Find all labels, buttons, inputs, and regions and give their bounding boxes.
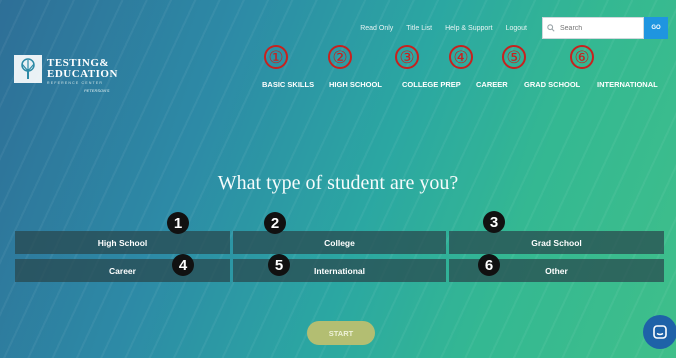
annotation-circle-5: ⑤ — [502, 45, 526, 69]
logo-line-petersons: PETERSON'S — [84, 88, 110, 93]
annotation-circle-3: ③ — [395, 45, 419, 69]
annotation-dot-1: 1 — [167, 212, 189, 234]
search-input[interactable] — [558, 23, 642, 33]
search-box — [542, 17, 644, 39]
search-form: GO — [542, 17, 668, 39]
option-grad-school[interactable]: Grad School — [449, 231, 664, 254]
annotation-circle-1: ① — [264, 45, 288, 69]
annotation-dot-6: 6 — [478, 254, 500, 276]
logo-line-education: EDUCATION — [47, 68, 118, 80]
annotation-dot-3: 3 — [483, 211, 505, 233]
nav-grad-school[interactable]: GRAD SCHOOL — [524, 80, 580, 89]
annotation-circle-4: ④ — [449, 45, 473, 69]
search-go-button[interactable]: GO — [644, 17, 668, 39]
annotation-dot-4: 4 — [172, 254, 194, 276]
logo-line-reference-center: REFERENCE CENTER — [47, 81, 104, 85]
option-college[interactable]: College — [233, 231, 446, 254]
title-list-link[interactable]: Title List — [406, 25, 432, 32]
nav-basic-skills[interactable]: BASIC SKILLS — [262, 80, 314, 89]
top-utility-bar: Read Only Title List Help & Support Logo… — [0, 16, 676, 40]
nav-high-school[interactable]: HIGH SCHOOL — [329, 80, 382, 89]
option-career[interactable]: Career — [15, 259, 230, 282]
search-icon — [547, 24, 555, 32]
annotation-circle-2: ② — [328, 45, 352, 69]
annotation-circle-6: ⑥ — [570, 45, 594, 69]
option-international[interactable]: International — [233, 259, 446, 282]
help-support-link[interactable]: Help & Support — [445, 25, 492, 32]
chat-launcher-button[interactable] — [643, 315, 676, 349]
start-button[interactable]: START — [307, 321, 375, 345]
nav-international[interactable]: INTERNATIONAL — [597, 80, 658, 89]
annotation-dot-5: 5 — [268, 254, 290, 276]
tree-logo-icon — [14, 55, 42, 83]
nav-college-prep[interactable]: COLLEGE PREP — [402, 80, 461, 89]
read-only-link[interactable]: Read Only — [360, 25, 393, 32]
chat-icon — [653, 325, 667, 339]
nav-career[interactable]: CAREER — [476, 80, 508, 89]
annotation-dot-2: 2 — [264, 212, 286, 234]
option-high-school[interactable]: High School — [15, 231, 230, 254]
site-logo[interactable]: TESTING& EDUCATION REFERENCE CENTER PETE… — [14, 55, 124, 95]
logout-link[interactable]: Logout — [506, 25, 527, 32]
page-headline: What type of student are you? — [217, 172, 459, 194]
